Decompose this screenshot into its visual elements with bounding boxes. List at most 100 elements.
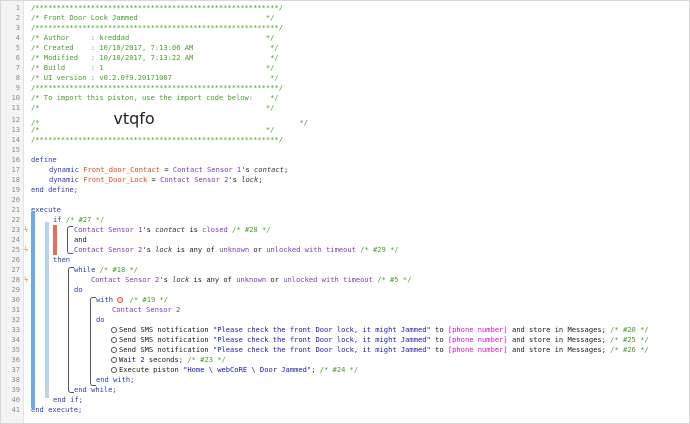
variable-name: Front_Door_Lock — [83, 175, 148, 184]
warning-icon[interactable]: ϟ — [24, 245, 28, 255]
build-comment: /* Build : 1 */ — [31, 63, 275, 72]
device-name: Contact Sensor 2 — [91, 275, 160, 284]
if-statement[interactable]: if /* #27 */ — [53, 215, 104, 225]
statement-id-comment: /* #26 */ — [605, 345, 649, 354]
value: unlocked with timeout — [266, 245, 356, 254]
value: unknown — [219, 245, 250, 254]
piston-name-string: "Home \ webCoRE \ Door Jammed" — [183, 365, 312, 374]
line-number: 24 — [11, 235, 20, 244]
task-text: to — [430, 345, 448, 354]
task-text: and store in Messages; — [507, 335, 606, 344]
message-string: "Please check the front Door lock, it mi… — [212, 325, 431, 334]
line-number: 26 — [11, 255, 20, 264]
code-lines: 1 /**************************************… — [1, 1, 689, 423]
device-name: Contact Sensor 1 — [74, 225, 143, 234]
end-define-keyword: end define; — [31, 185, 78, 194]
possessive: 's — [241, 165, 255, 174]
comparison: is any of — [172, 245, 220, 254]
line-number: 37 — [11, 365, 20, 374]
phone-number-value: [phone number] — [447, 325, 508, 334]
or-operator: or — [266, 275, 284, 284]
condition[interactable]: Contact Sensor 2's lock is any of unknow… — [91, 275, 411, 285]
variable-declaration[interactable]: dynamic Front_door_Contact = Contact Sen… — [49, 165, 288, 175]
line-number: 5 — [15, 43, 20, 52]
line-number: 13 — [11, 125, 20, 134]
variable-declaration[interactable]: dynamic Front_Door_Lock = Contact Sensor… — [49, 175, 263, 185]
while-keyword: while — [74, 265, 96, 274]
ui-version-comment: /* UI version : v0.2.0f9.20171007 */ — [31, 73, 279, 82]
send-sms-task[interactable]: Send SMS notification "Please check the … — [111, 325, 649, 335]
created-comment: /* Created : 10/10/2017, 7:13:06 AM */ — [31, 43, 279, 52]
statement-id-comment: /* #19 */ — [125, 295, 169, 304]
execute-piston-task[interactable]: Execute piston "Home \ webCoRE \ Door Ja… — [111, 365, 358, 375]
line-number: 15 — [11, 145, 20, 154]
line-number: 18 — [11, 175, 20, 184]
line-number: 8 — [15, 73, 20, 82]
end-if-keyword: end if; — [53, 395, 83, 404]
phone-number-value: [phone number] — [447, 335, 508, 344]
with-statement[interactable]: with /* #19 */ — [96, 295, 168, 305]
statement-id-comment: /* #27 */ — [61, 215, 105, 224]
condition[interactable]: Contact Sensor 2's lock is any of unknow… — [74, 245, 399, 255]
author-comment: /* Author : kreddad */ — [31, 33, 275, 42]
device-name[interactable]: Contact Sensor 2 — [112, 305, 180, 315]
wait-task[interactable]: Wait 2 seconds; /* #23 */ — [111, 355, 226, 365]
send-sms-task[interactable]: Send SMS notification "Please check the … — [111, 335, 649, 345]
task-text: Send SMS notification — [119, 345, 213, 354]
send-sms-task[interactable]: Send SMS notification "Please check the … — [111, 345, 649, 355]
line-number: 34 — [11, 335, 20, 344]
task-text: Execute piston — [119, 365, 184, 374]
type-keyword: dynamic — [49, 175, 79, 184]
attribute-name: contact — [254, 165, 284, 174]
line-number: 25 — [11, 245, 20, 254]
phone-number-value: [phone number] — [447, 345, 508, 354]
line-number: 17 — [11, 165, 20, 174]
possessive: 's — [159, 275, 173, 284]
line-number: 33 — [11, 325, 20, 334]
statement-id-comment: /* #5 */ — [372, 275, 412, 284]
line-number: 31 — [11, 305, 20, 314]
task-text: seconds; — [144, 355, 184, 364]
line-number: 32 — [11, 315, 20, 324]
line-number: 22 — [11, 215, 20, 224]
warning-icon[interactable]: ϟ — [24, 275, 28, 285]
and-operator[interactable]: and — [74, 235, 87, 245]
end-with-keyword: end with; — [96, 375, 135, 384]
modified-comment: /* Modified : 10/10/2017, 7:13:22 AM */ — [31, 53, 279, 62]
line-number: 27 — [11, 265, 20, 274]
clock-icon — [111, 357, 117, 363]
comment-text: /***************************************… — [31, 83, 283, 92]
line-number: 3 — [15, 23, 20, 32]
piston-code-editor: 1 /**************************************… — [0, 0, 690, 424]
operator: = — [160, 165, 173, 174]
comparison: is — [185, 225, 203, 234]
line-number: 1 — [15, 3, 20, 12]
type-keyword: dynamic — [49, 165, 79, 174]
disabled-icon — [117, 297, 124, 303]
possessive: 's — [228, 175, 242, 184]
line-number: 41 — [11, 405, 20, 414]
operator: = — [147, 175, 161, 184]
attribute-name: contact — [155, 225, 186, 234]
end-execute-keyword: end execute; — [31, 405, 83, 414]
while-statement[interactable]: while /* #18 */ — [74, 265, 138, 275]
line-number: 19 — [11, 185, 20, 194]
do-keyword: do — [74, 285, 83, 294]
condition[interactable]: Contact Sensor 1's contact is closed /* … — [74, 225, 271, 235]
comment-text: /***************************************… — [31, 3, 283, 12]
line-number: 9 — [15, 83, 20, 92]
line-number: 23 — [11, 225, 20, 234]
variable-name: Front_door_Contact — [83, 165, 161, 174]
task-text: to — [430, 335, 448, 344]
if-keyword: if — [53, 215, 62, 224]
task-text: to — [430, 325, 448, 334]
comment-text: /* */ — [31, 125, 275, 134]
line-number: 14 — [11, 135, 20, 144]
value: unknown — [236, 275, 267, 284]
value: unlocked with timeout — [283, 275, 373, 284]
then-keyword: then — [53, 255, 71, 264]
line-number: 10 — [11, 93, 20, 102]
attribute-name: lock — [241, 175, 259, 184]
warning-icon[interactable]: ϟ — [24, 225, 28, 235]
message-string: "Please check the front Door lock, it mi… — [212, 345, 431, 354]
